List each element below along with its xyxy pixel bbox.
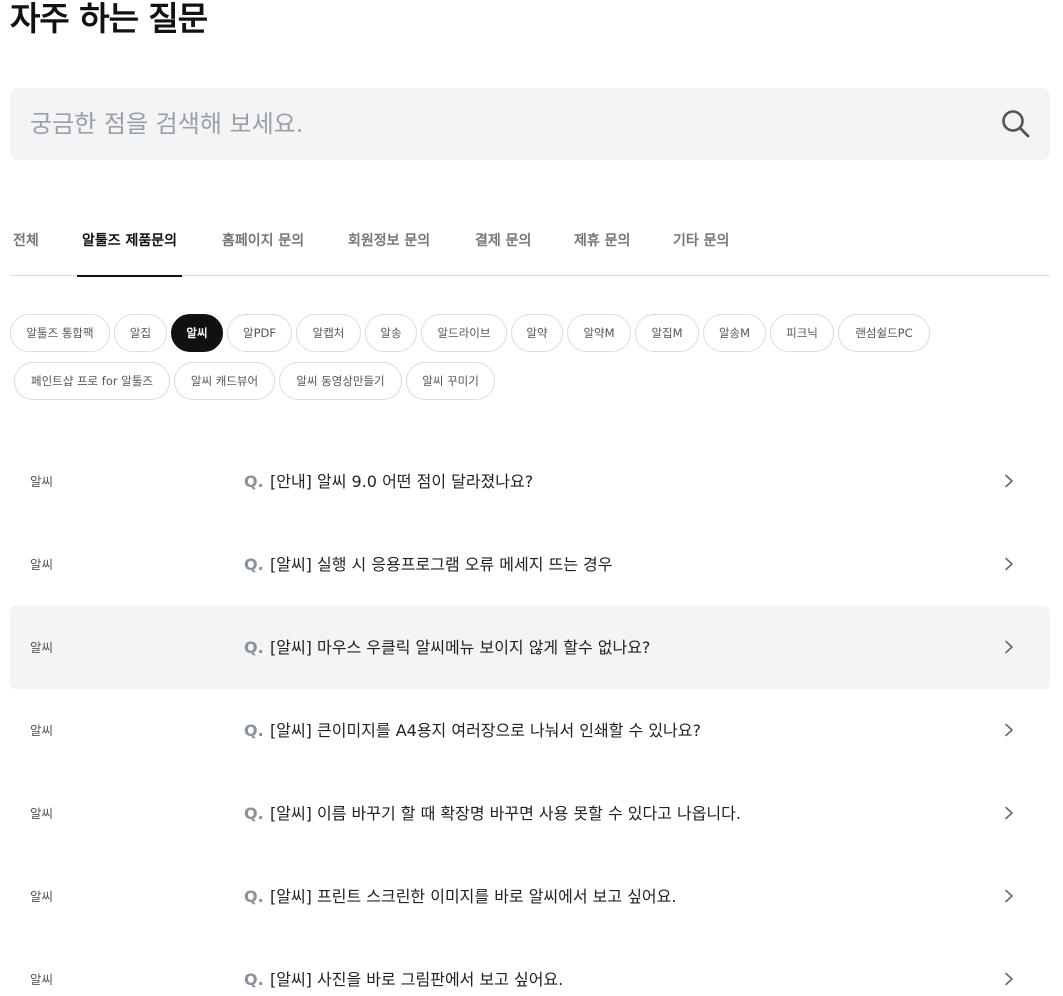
chip-altools-pack[interactable]: 알툴즈 통합팩 [10,314,110,352]
faq-category: 알씨 [30,972,54,987]
chip-paintshop-pro[interactable]: 페인트샵 프로 for 알툴즈 [14,362,170,400]
faq-question[interactable]: [안내] 알씨 9.0 어떤 점이 달라졌나요? [270,440,533,523]
faq-question[interactable]: [알씨] 사진을 바로 그림판에서 보고 싶어요. [270,938,563,996]
tab-partnership[interactable]: 제휴 문의 [574,218,630,276]
faq-question[interactable]: [알씨] 프린트 스크린한 이미지를 바로 알씨에서 보고 싶어요. [270,855,676,938]
category-tabs: 전체 알툴즈 제품문의 홈페이지 문의 회원정보 문의 결제 문의 제휴 문의 … [10,218,1050,277]
faq-q-prefix: Q. [244,804,264,823]
chip-alsee[interactable]: 알씨 [171,314,223,352]
faq-row[interactable]: 알씨 Q. [알씨] 큰이미지를 A4용지 여러장으로 나눠서 인쇄할 수 있나… [10,689,1050,772]
faq-q-prefix: Q. [244,555,264,574]
search-icon[interactable] [1000,108,1032,140]
faq-category: 알씨 [30,640,54,655]
chip-alpdf[interactable]: 알PDF [227,314,292,352]
faq-category: 알씨 [30,889,54,904]
tab-etc[interactable]: 기타 문의 [673,218,729,276]
search-box[interactable] [10,88,1050,160]
tab-payment[interactable]: 결제 문의 [475,218,531,276]
faq-category: 알씨 [30,723,54,738]
chip-alsee-cad-viewer[interactable]: 알씨 캐드뷰어 [174,362,275,400]
chip-alzip-m[interactable]: 알집M [635,314,699,352]
faq-row[interactable]: 알씨 Q. [안내] 알씨 9.0 어떤 점이 달라졌나요? [10,440,1050,523]
chevron-right-icon [1005,889,1013,903]
tab-homepage[interactable]: 홈페이지 문의 [222,218,304,276]
faq-row[interactable]: 알씨 Q. [알씨] 프린트 스크린한 이미지를 바로 알씨에서 보고 싶어요. [10,855,1050,938]
chevron-right-icon [1005,723,1013,737]
chip-alcapture[interactable]: 알캡처 [296,314,361,352]
faq-q-prefix: Q. [244,970,264,989]
faq-category: 알씨 [30,557,54,572]
chip-alyac[interactable]: 알약 [511,314,563,352]
faq-row[interactable]: 알씨 Q. [알씨] 마우스 우클릭 알씨메뉴 보이지 않게 할수 없나요? [10,606,1050,689]
faq-category: 알씨 [30,806,54,821]
chip-alyac-m[interactable]: 알약M [567,314,631,352]
faq-q-prefix: Q. [244,472,264,491]
tab-member-info[interactable]: 회원정보 문의 [348,218,430,276]
chevron-right-icon [1005,557,1013,571]
faq-question[interactable]: [알씨] 큰이미지를 A4용지 여러장으로 나눠서 인쇄할 수 있나요? [270,689,701,772]
chip-alsee-video-maker[interactable]: 알씨 동영상만들기 [279,362,402,400]
tab-altools-products[interactable]: 알툴즈 제품문의 [76,218,183,277]
tab-all[interactable]: 전체 [13,218,39,276]
page-title: 자주 하는 질문 [10,0,208,38]
chevron-right-icon [1005,806,1013,820]
faq-row[interactable]: 알씨 Q. [알씨] 실행 시 응용프로그램 오류 메세지 뜨는 경우 [10,523,1050,606]
faq-question[interactable]: [알씨] 실행 시 응용프로그램 오류 메세지 뜨는 경우 [270,523,613,606]
chip-ransomshield-pc[interactable]: 랜섬쉴드PC [838,314,930,352]
chip-alsong-m[interactable]: 알송M [703,314,766,352]
chip-alsee-decorate[interactable]: 알씨 꾸미기 [406,362,495,400]
chevron-right-icon [1005,640,1013,654]
chip-alzip[interactable]: 알집 [114,314,167,352]
chevron-right-icon [1005,474,1013,488]
search-input[interactable] [30,88,970,160]
faq-row[interactable]: 알씨 Q. [알씨] 이름 바꾸기 할 때 확장명 바꾸면 사용 못할 수 있다… [10,772,1050,855]
faq-q-prefix: Q. [244,721,264,740]
faq-row[interactable]: 알씨 Q. [알씨] 사진을 바로 그림판에서 보고 싶어요. [10,938,1050,996]
chip-picnic[interactable]: 피크닉 [770,314,834,352]
chip-alsong[interactable]: 알송 [365,314,417,352]
faq-q-prefix: Q. [244,638,264,657]
faq-category: 알씨 [30,474,54,489]
chip-aldrive[interactable]: 알드라이브 [421,314,507,352]
faq-q-prefix: Q. [244,887,264,906]
faq-question[interactable]: [알씨] 이름 바꾸기 할 때 확장명 바꾸면 사용 못할 수 있다고 나옵니다… [270,772,741,855]
chevron-right-icon [1005,972,1013,986]
faq-question[interactable]: [알씨] 마우스 우클릭 알씨메뉴 보이지 않게 할수 없나요? [270,606,650,689]
